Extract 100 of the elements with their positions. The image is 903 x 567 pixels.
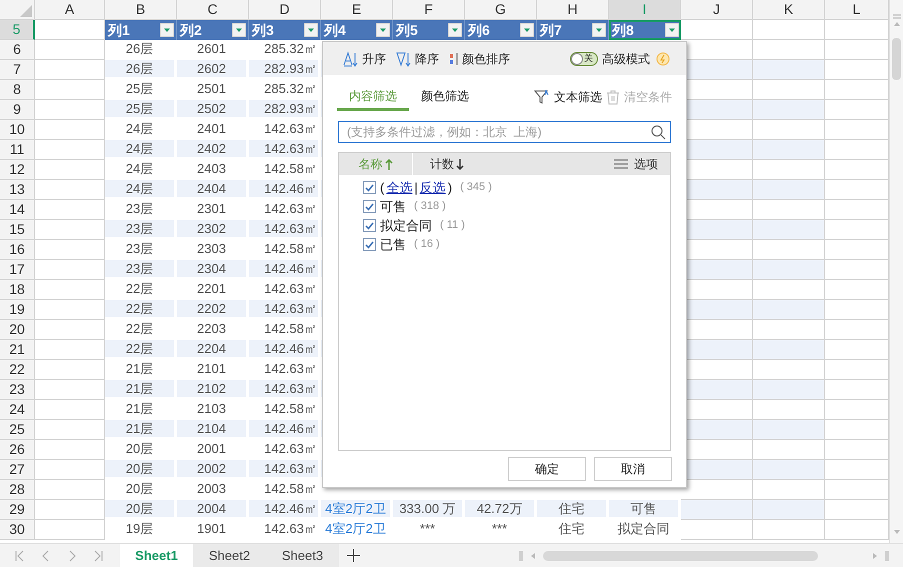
sort-button[interactable]: 降序 <box>396 50 439 68</box>
row-header[interactable]: 24 <box>0 400 35 420</box>
last-sheet-icon[interactable] <box>92 550 104 562</box>
scrollbar-thumb[interactable] <box>543 550 818 560</box>
table-cell[interactable]: 20层 <box>105 460 177 480</box>
select-link[interactable]: 反选 <box>420 178 446 198</box>
search-icon[interactable] <box>651 124 666 140</box>
table-cell[interactable]: 可售 <box>609 500 681 520</box>
filter-dropdown-icon[interactable] <box>520 23 534 37</box>
table-cell[interactable]: 142.63㎡ <box>249 220 321 240</box>
dialog-button[interactable]: 确定 <box>508 457 586 481</box>
row-header[interactable]: 11 <box>0 140 35 160</box>
row-header[interactable]: 26 <box>0 440 35 460</box>
filter-dropdown-icon[interactable] <box>592 23 606 37</box>
checkbox[interactable] <box>363 181 376 194</box>
sort-by-count-button[interactable]: 计数 <box>430 155 464 173</box>
table-cell[interactable]: 2402 <box>177 140 249 160</box>
filter-dropdown-icon[interactable] <box>232 23 246 37</box>
checkbox[interactable] <box>363 200 376 213</box>
row-header[interactable]: 30 <box>0 520 35 540</box>
table-cell[interactable]: 42.72万 <box>465 500 537 520</box>
table-cell[interactable]: 2204 <box>177 340 249 360</box>
sheet-tab[interactable]: Sheet2 <box>193 544 266 567</box>
table-cell[interactable]: 住宅 <box>537 500 609 520</box>
table-cell[interactable]: 2304 <box>177 260 249 280</box>
table-cell[interactable]: 22层 <box>105 300 177 320</box>
row-header[interactable]: 9 <box>0 100 35 120</box>
row-header[interactable]: 16 <box>0 240 35 260</box>
select-link[interactable]: 全选 <box>386 178 412 198</box>
column-header[interactable]: A <box>35 0 105 20</box>
filter-dropdown-icon[interactable] <box>304 23 318 37</box>
checkbox[interactable] <box>363 219 376 232</box>
table-cell[interactable]: 2302 <box>177 220 249 240</box>
row-header[interactable]: 20 <box>0 320 35 340</box>
table-cell[interactable]: 23层 <box>105 220 177 240</box>
row-header[interactable]: 12 <box>0 160 35 180</box>
table-cell[interactable]: 4室2厅2卫 <box>321 500 393 520</box>
sheet-tab[interactable]: Sheet1 <box>120 544 193 567</box>
table-cell[interactable]: 2404 <box>177 180 249 200</box>
table-cell[interactable]: 2104 <box>177 420 249 440</box>
row-header[interactable]: 13 <box>0 180 35 200</box>
row-header[interactable]: 28 <box>0 480 35 500</box>
add-sheet-icon[interactable] <box>347 549 360 562</box>
row-header[interactable]: 25 <box>0 420 35 440</box>
table-cell[interactable]: 2202 <box>177 300 249 320</box>
row-header[interactable]: 23 <box>0 380 35 400</box>
row-header[interactable]: 15 <box>0 220 35 240</box>
row-header[interactable]: 17 <box>0 260 35 280</box>
split-handle-icon[interactable] <box>519 550 523 560</box>
row-header[interactable]: 6 <box>0 40 35 60</box>
column-header[interactable]: K <box>753 0 825 20</box>
vertical-scrollbar[interactable] <box>889 0 903 543</box>
checkbox[interactable] <box>363 238 376 251</box>
table-cell[interactable]: 142.63㎡ <box>249 300 321 320</box>
sheet-tab[interactable]: Sheet3 <box>266 544 339 567</box>
text-filter-button[interactable]: 文本筛选 <box>534 88 602 106</box>
table-cell[interactable]: 2602 <box>177 60 249 80</box>
column-header[interactable]: G <box>465 0 537 20</box>
row-header[interactable]: 22 <box>0 360 35 380</box>
table-cell[interactable]: 142.63㎡ <box>249 460 321 480</box>
filter-dropdown-icon[interactable] <box>448 23 462 37</box>
table-cell[interactable]: 20层 <box>105 500 177 520</box>
column-header[interactable]: L <box>825 0 889 20</box>
options-button[interactable]: 选项 <box>614 155 658 173</box>
first-sheet-icon[interactable] <box>14 550 26 562</box>
table-cell[interactable]: 142.63㎡ <box>249 380 321 400</box>
split-handle-icon[interactable] <box>893 14 901 20</box>
row-header[interactable]: 21 <box>0 340 35 360</box>
row-header[interactable]: 8 <box>0 80 35 100</box>
filter-dropdown-icon[interactable] <box>160 23 174 37</box>
table-cell[interactable]: 22层 <box>105 340 177 360</box>
row-header[interactable]: 19 <box>0 300 35 320</box>
filter-dropdown-icon[interactable] <box>665 23 679 37</box>
column-header[interactable]: J <box>681 0 753 20</box>
table-cell[interactable]: 142.46㎡ <box>249 180 321 200</box>
table-cell[interactable]: 2102 <box>177 380 249 400</box>
table-cell[interactable]: 25层 <box>105 100 177 120</box>
table-cell[interactable]: 24层 <box>105 180 177 200</box>
table-cell[interactable]: 282.93㎡ <box>249 60 321 80</box>
table-cell[interactable]: 142.46㎡ <box>249 340 321 360</box>
row-header[interactable]: 10 <box>0 120 35 140</box>
scrollbar-thumb[interactable] <box>892 38 901 80</box>
table-cell[interactable]: 142.63㎡ <box>249 140 321 160</box>
column-header[interactable]: C <box>177 0 249 20</box>
scroll-up-icon[interactable] <box>894 22 900 26</box>
column-header[interactable]: B <box>105 0 177 20</box>
filter-dropdown-icon[interactable] <box>376 23 390 37</box>
column-header[interactable]: D <box>249 0 321 20</box>
select-all-icon[interactable] <box>20 5 32 17</box>
table-cell[interactable]: 2002 <box>177 460 249 480</box>
row-header[interactable]: 27 <box>0 460 35 480</box>
table-cell[interactable]: 23层 <box>105 260 177 280</box>
table-cell[interactable]: 142.46㎡ <box>249 420 321 440</box>
table-cell[interactable]: 26层 <box>105 60 177 80</box>
column-header[interactable]: E <box>321 0 393 20</box>
table-cell[interactable]: 2502 <box>177 100 249 120</box>
toggle-switch[interactable]: 关 <box>570 52 598 66</box>
row-header[interactable]: 7 <box>0 60 35 80</box>
search-field[interactable]: (支持多条件过滤，例如：北京 上海) <box>338 121 671 143</box>
dialog-button[interactable]: 取消 <box>594 457 672 481</box>
